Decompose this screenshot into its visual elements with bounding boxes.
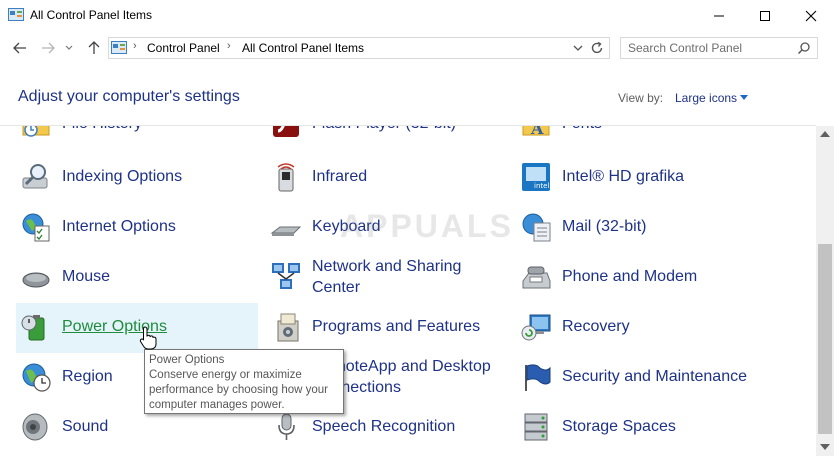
close-button[interactable] (788, 0, 834, 31)
item-label: Mail (32-bit) (562, 218, 647, 235)
svg-text:A: A (530, 126, 544, 138)
chevron-down-icon[interactable] (571, 41, 585, 55)
mouse-icon (22, 272, 50, 288)
power-options-icon (21, 315, 45, 341)
tooltip: Power Options Conserve energy or maximiz… (144, 349, 344, 414)
back-arrow-icon (13, 42, 26, 54)
item-label: Infrared (312, 168, 368, 185)
breadcrumb-separator-icon: › (133, 40, 137, 52)
mail-icon (522, 213, 551, 242)
item-label: Programs and Features (312, 318, 481, 335)
item-internet-options[interactable]: Internet Options (16, 203, 258, 253)
file-history-icon (22, 126, 50, 137)
forward-button[interactable] (38, 39, 58, 57)
intel-hd-graphics-icon: intel (522, 163, 550, 191)
scroll-thumb[interactable] (818, 244, 832, 434)
item-label: Security and Maintenance (562, 368, 747, 385)
internet-options-icon (22, 213, 50, 242)
address-bar[interactable]: › Control Panel › All Control Panel Item… (108, 37, 610, 59)
search-box[interactable] (620, 37, 818, 59)
recovery-icon (521, 314, 551, 341)
search-icon[interactable] (797, 41, 811, 55)
forward-arrow-icon (42, 42, 55, 54)
item-mouse[interactable]: Mouse (16, 253, 258, 303)
item-programs-features[interactable]: Programs and Features (266, 303, 508, 353)
item-label: Flash Player (32-bit) (312, 126, 456, 134)
maximize-button[interactable] (742, 0, 788, 31)
window-title: All Control Panel Items (30, 8, 153, 22)
item-label: Storage Spaces (562, 418, 676, 435)
item-security-maintenance[interactable]: Security and Maintenance (516, 353, 758, 403)
breadcrumb-separator-icon: › (227, 40, 231, 52)
item-label: Phone and Modem (562, 268, 698, 285)
item-label: Region (62, 368, 113, 385)
network-sharing-icon (272, 263, 300, 289)
breadcrumb-control-panel[interactable]: Control Panel (147, 41, 220, 55)
item-flash-player[interactable]: Flash Player (32-bit) (266, 126, 508, 150)
item-mail[interactable]: Mail (32-bit) (516, 203, 758, 253)
title-bar: All Control Panel Items (0, 0, 834, 31)
chevron-down-icon[interactable] (740, 95, 748, 100)
region-icon (22, 363, 51, 392)
infrared-icon (277, 163, 295, 192)
item-label: Network and Sharing Center (312, 258, 462, 296)
item-power-options[interactable]: Power Options (16, 303, 258, 353)
recent-locations-button[interactable] (62, 39, 76, 57)
tooltip-description: Conserve energy or maximize performance … (149, 369, 328, 411)
watermark: APPUALS (340, 208, 514, 244)
page-title: Adjust your computer's settings (18, 88, 240, 105)
item-label: Internet Options (62, 218, 176, 235)
control-panel-icon (8, 8, 24, 21)
minimize-icon (714, 15, 724, 16)
vertical-scrollbar[interactable] (816, 126, 834, 456)
programs-features-icon (277, 313, 299, 342)
item-infrared[interactable]: Infrared (266, 153, 508, 203)
item-label: File History (62, 126, 142, 134)
indexing-options-icon (22, 164, 48, 189)
item-indexing-options[interactable]: Indexing Options (16, 153, 258, 203)
control-panel-icon (111, 41, 127, 54)
storage-spaces-icon (524, 413, 548, 441)
speech-recognition-icon (278, 413, 295, 440)
view-by-label: View by: (618, 91, 664, 105)
breadcrumb-all-items[interactable]: All Control Panel Items (242, 41, 364, 55)
item-network-sharing-center[interactable]: Network and Sharing Center (266, 253, 508, 303)
item-label: Indexing Options (62, 168, 183, 185)
item-fonts[interactable]: A Fonts (516, 126, 758, 150)
keyboard-icon (270, 226, 302, 236)
item-label: Sound (62, 418, 109, 435)
item-label: Intel® HD grafika (562, 168, 685, 185)
security-maintenance-icon (525, 364, 551, 391)
item-label: Fonts (562, 126, 602, 134)
item-label: Speech Recognition (312, 418, 456, 435)
item-recovery[interactable]: Recovery (516, 303, 758, 353)
chevron-down-icon (65, 45, 73, 50)
refresh-icon[interactable] (589, 40, 605, 56)
close-icon (805, 10, 817, 21)
back-button[interactable] (10, 39, 30, 57)
tooltip-title: Power Options (149, 354, 225, 366)
sound-icon (22, 413, 48, 441)
scroll-down-icon[interactable] (820, 444, 830, 450)
item-label: Mouse (62, 268, 111, 285)
up-arrow-icon (88, 41, 100, 54)
view-by-dropdown[interactable]: Large icons (675, 91, 737, 105)
item-intel-hd-graphics[interactable]: intel Intel® HD grafika (516, 153, 758, 203)
fonts-icon: A (522, 126, 550, 138)
item-file-history[interactable]: File History (16, 126, 258, 150)
item-storage-spaces[interactable]: Storage Spaces (516, 403, 758, 453)
minimize-button[interactable] (696, 0, 742, 31)
search-input[interactable] (621, 38, 791, 58)
scroll-up-icon[interactable] (820, 131, 830, 137)
up-button[interactable] (84, 39, 104, 57)
svg-text:intel: intel (534, 182, 549, 190)
flash-player-icon (273, 126, 299, 137)
item-phone-modem[interactable]: Phone and Modem (516, 253, 758, 303)
maximize-icon (760, 10, 770, 21)
phone-modem-icon (522, 266, 551, 289)
hand-cursor-icon (139, 326, 157, 350)
control-panel-items: File History Flash Player (32-bit) A Fon… (0, 126, 816, 456)
item-label: Recovery (562, 318, 630, 335)
